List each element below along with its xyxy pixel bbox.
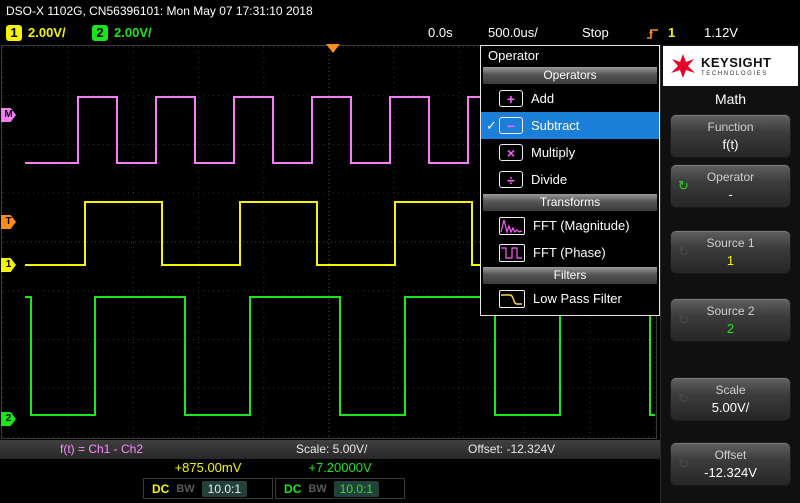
time-reference-marker	[326, 44, 340, 53]
ch1-measurement: +875.00mV	[174, 460, 242, 475]
fft-phase-icon	[499, 243, 525, 262]
softkey-source2[interactable]: ↻ Source 2 2	[670, 298, 791, 342]
cycle-icon: ↻	[678, 312, 689, 327]
menu-item-multiply[interactable]: × Multiply	[481, 139, 659, 166]
softkey-label: Scale	[715, 383, 746, 397]
ch2-coupling-box[interactable]: DC BW 10.0:1	[275, 478, 405, 499]
menu-section-transforms: Transforms	[483, 194, 657, 211]
cycle-icon: ↻	[678, 178, 689, 193]
brand-name: KEYSIGHT	[701, 54, 772, 70]
menu-item-label: Subtract	[531, 118, 580, 133]
softkey-label: Source 2	[706, 304, 755, 318]
softkey-label: Function	[707, 120, 754, 134]
menu-section-operators: Operators	[483, 67, 657, 84]
math-offset-text: Offset: -12.324V	[468, 442, 556, 456]
cycle-icon: ↻	[678, 244, 689, 259]
title-bar: DSO-X 1102G, CN56396101: Mon May 07 17:3…	[0, 0, 800, 22]
trigger-edge-icon	[647, 29, 658, 39]
menu-item-label: FFT (Magnitude)	[533, 218, 630, 233]
multiply-icon: ×	[499, 144, 523, 161]
channel-info-area: +875.00mV +7.20000V DC BW 10.0:1 DC BW 1…	[0, 459, 660, 503]
brand-text: KEYSIGHT TECHNOLOGIES	[701, 56, 771, 77]
operator-menu: Operator Operators + Add ✓ − Subtract × …	[480, 45, 660, 316]
menu-item-divide[interactable]: ÷ Divide	[481, 166, 659, 193]
oscilloscope-screen: DSO-X 1102G, CN56396101: Mon May 07 17:3…	[0, 0, 800, 503]
menu-item-low-pass-filter[interactable]: Low Pass Filter	[481, 285, 659, 312]
math-function-text: f(t) = Ch1 - Ch2	[60, 442, 144, 456]
softkey-label: Source 1	[706, 236, 755, 250]
cycle-icon: ↻	[678, 456, 689, 471]
softkey-value: 2	[726, 321, 735, 336]
softkey-function[interactable]: Function f(t)	[670, 114, 791, 158]
math-status-bar: f(t) = Ch1 - Ch2 Scale: 5.00V/ Offset: -…	[0, 440, 660, 459]
softkey-offset[interactable]: ↻ Offset -12.324V	[670, 442, 791, 486]
status-bar: 1 2.00V/ 2 2.00V/ 0.0s 500.0us/ Stop 1 1…	[0, 22, 800, 44]
ch1-badge[interactable]: 1	[6, 25, 22, 41]
softkey-source1[interactable]: ↻ Source 1 1	[670, 230, 791, 274]
ch2-scale[interactable]: 2.00V/	[114, 25, 152, 40]
softkey-value: -	[728, 187, 733, 202]
softkey-value: f(t)	[722, 137, 739, 152]
cycle-icon: ↻	[678, 391, 689, 406]
ch1-coupling-box[interactable]: DC BW 10.0:1	[143, 478, 273, 499]
softkey-scale[interactable]: ↻ Scale 5.00V/	[670, 377, 791, 421]
menu-section-filters: Filters	[483, 267, 657, 284]
menu-item-fft-magnitude[interactable]: FFT (Magnitude)	[481, 212, 659, 239]
softkey-value: 5.00V/	[711, 400, 750, 415]
ch2-probe-ratio: 10.0:1	[333, 480, 380, 497]
device-title: DSO-X 1102G, CN56396101: Mon May 07 17:3…	[6, 4, 313, 18]
brand-subtitle: TECHNOLOGIES	[701, 70, 768, 77]
ch1-probe-ratio: 10.0:1	[201, 480, 248, 497]
divide-icon: ÷	[499, 171, 523, 188]
fft-magnitude-icon	[499, 216, 525, 235]
menu-item-fft-phase[interactable]: FFT (Phase)	[481, 239, 659, 266]
softkey-operator[interactable]: ↻ Operator -	[670, 164, 791, 208]
low-pass-filter-icon	[499, 289, 525, 308]
softkey-label: Offset	[714, 448, 747, 462]
ch2-bandwidth: BW	[308, 482, 327, 495]
checkmark-icon: ✓	[486, 117, 497, 133]
menu-page-title: Math	[714, 91, 747, 107]
ch2-coupling: DC	[284, 481, 302, 496]
softkey-value: -12.324V	[704, 465, 757, 480]
ch1-coupling: DC	[152, 481, 170, 496]
time-position: 0.0s	[428, 25, 453, 40]
menu-item-label: Divide	[531, 172, 568, 187]
math-scale-text: Scale: 5.00V/	[296, 442, 368, 456]
softkey-value: 1	[726, 253, 735, 268]
subtract-icon: −	[499, 117, 523, 134]
menu-item-subtract[interactable]: ✓ − Subtract	[481, 112, 659, 139]
timebase[interactable]: 500.0us/	[488, 25, 538, 40]
trigger-source: 1	[668, 25, 676, 40]
trigger-level: 1.12V	[704, 25, 738, 40]
acquisition-state: Stop	[582, 25, 609, 40]
ch2-measurement: +7.20000V	[308, 460, 372, 475]
keysight-logo: KEYSIGHT TECHNOLOGIES	[663, 46, 798, 86]
softkey-label: Operator	[706, 170, 755, 184]
add-icon: +	[499, 90, 523, 107]
ch2-badge[interactable]: 2	[92, 25, 108, 41]
menu-item-label: FFT (Phase)	[533, 245, 606, 260]
menu-item-label: Low Pass Filter	[533, 291, 622, 306]
keysight-spark-icon	[671, 54, 695, 78]
menu-item-add[interactable]: + Add	[481, 85, 659, 112]
ch1-bandwidth: BW	[176, 482, 195, 495]
menu-item-label: Add	[531, 91, 555, 106]
menu-item-label: Multiply	[531, 145, 576, 160]
softkey-sidebar: KEYSIGHT TECHNOLOGIES Math Function f(t)…	[660, 44, 800, 503]
ch1-scale[interactable]: 2.00V/	[28, 25, 66, 40]
menu-title: Operator	[488, 48, 540, 63]
